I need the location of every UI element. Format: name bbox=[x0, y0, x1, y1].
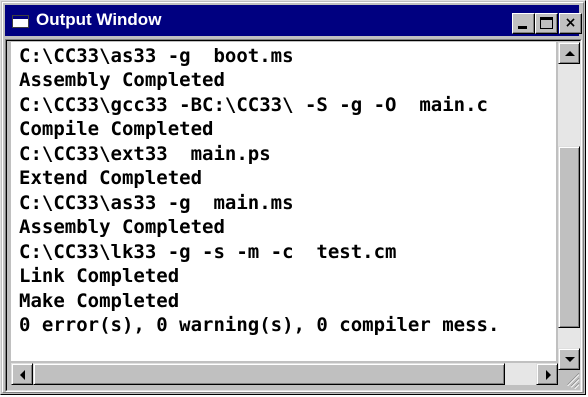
output-line: Make Completed bbox=[19, 290, 180, 312]
maximize-button[interactable] bbox=[535, 13, 558, 34]
scroll-left-button[interactable] bbox=[11, 363, 33, 385]
output-line: C:\CC33\gcc33 -BC:\CC33\ -S -g -O main.c bbox=[19, 94, 488, 116]
minimize-button[interactable] bbox=[512, 13, 535, 34]
output-line: C:\CC33\ext33 main.ps bbox=[19, 143, 271, 165]
scroll-down-button[interactable] bbox=[558, 348, 580, 370]
horizontal-scrollbar[interactable] bbox=[11, 363, 558, 385]
output-line: Assembly Completed bbox=[19, 216, 225, 238]
resize-grip-icon[interactable] bbox=[558, 370, 580, 390]
horizontal-scroll-thumb[interactable] bbox=[33, 363, 505, 385]
vertical-scroll-thumb[interactable] bbox=[558, 146, 580, 328]
minimize-icon bbox=[518, 26, 527, 29]
scroll-up-button[interactable] bbox=[558, 42, 580, 64]
output-window: Output Window × C:\CC33\as33 -g boot.ms … bbox=[0, 0, 586, 395]
output-line: Extend Completed bbox=[19, 167, 203, 189]
output-line: 0 error(s), 0 warning(s), 0 compiler mes… bbox=[19, 314, 500, 336]
window-icon[interactable] bbox=[12, 15, 29, 28]
arrow-up-icon bbox=[565, 51, 575, 56]
window-title: Output Window bbox=[36, 10, 162, 29]
arrow-left-icon bbox=[20, 370, 25, 380]
output-line: Assembly Completed bbox=[19, 69, 225, 91]
output-line: C:\CC33\as33 -g boot.ms bbox=[19, 45, 294, 67]
scroll-right-button[interactable] bbox=[536, 363, 558, 385]
title-bar[interactable]: Output Window × bbox=[5, 5, 582, 36]
vertical-scrollbar[interactable] bbox=[558, 42, 580, 370]
maximize-icon bbox=[540, 17, 553, 29]
output-line: C:\CC33\as33 -g main.ms bbox=[19, 192, 294, 214]
output-line: C:\CC33\lk33 -g -s -m -c test.cm bbox=[19, 241, 397, 263]
output-line: Compile Completed bbox=[19, 118, 214, 140]
arrow-down-icon bbox=[565, 357, 575, 362]
close-button[interactable]: × bbox=[559, 13, 582, 34]
close-icon: × bbox=[564, 15, 577, 31]
arrow-right-icon bbox=[546, 370, 551, 380]
output-line: Link Completed bbox=[19, 265, 180, 287]
output-text-area[interactable]: C:\CC33\as33 -g boot.ms Assembly Complet… bbox=[11, 42, 556, 361]
